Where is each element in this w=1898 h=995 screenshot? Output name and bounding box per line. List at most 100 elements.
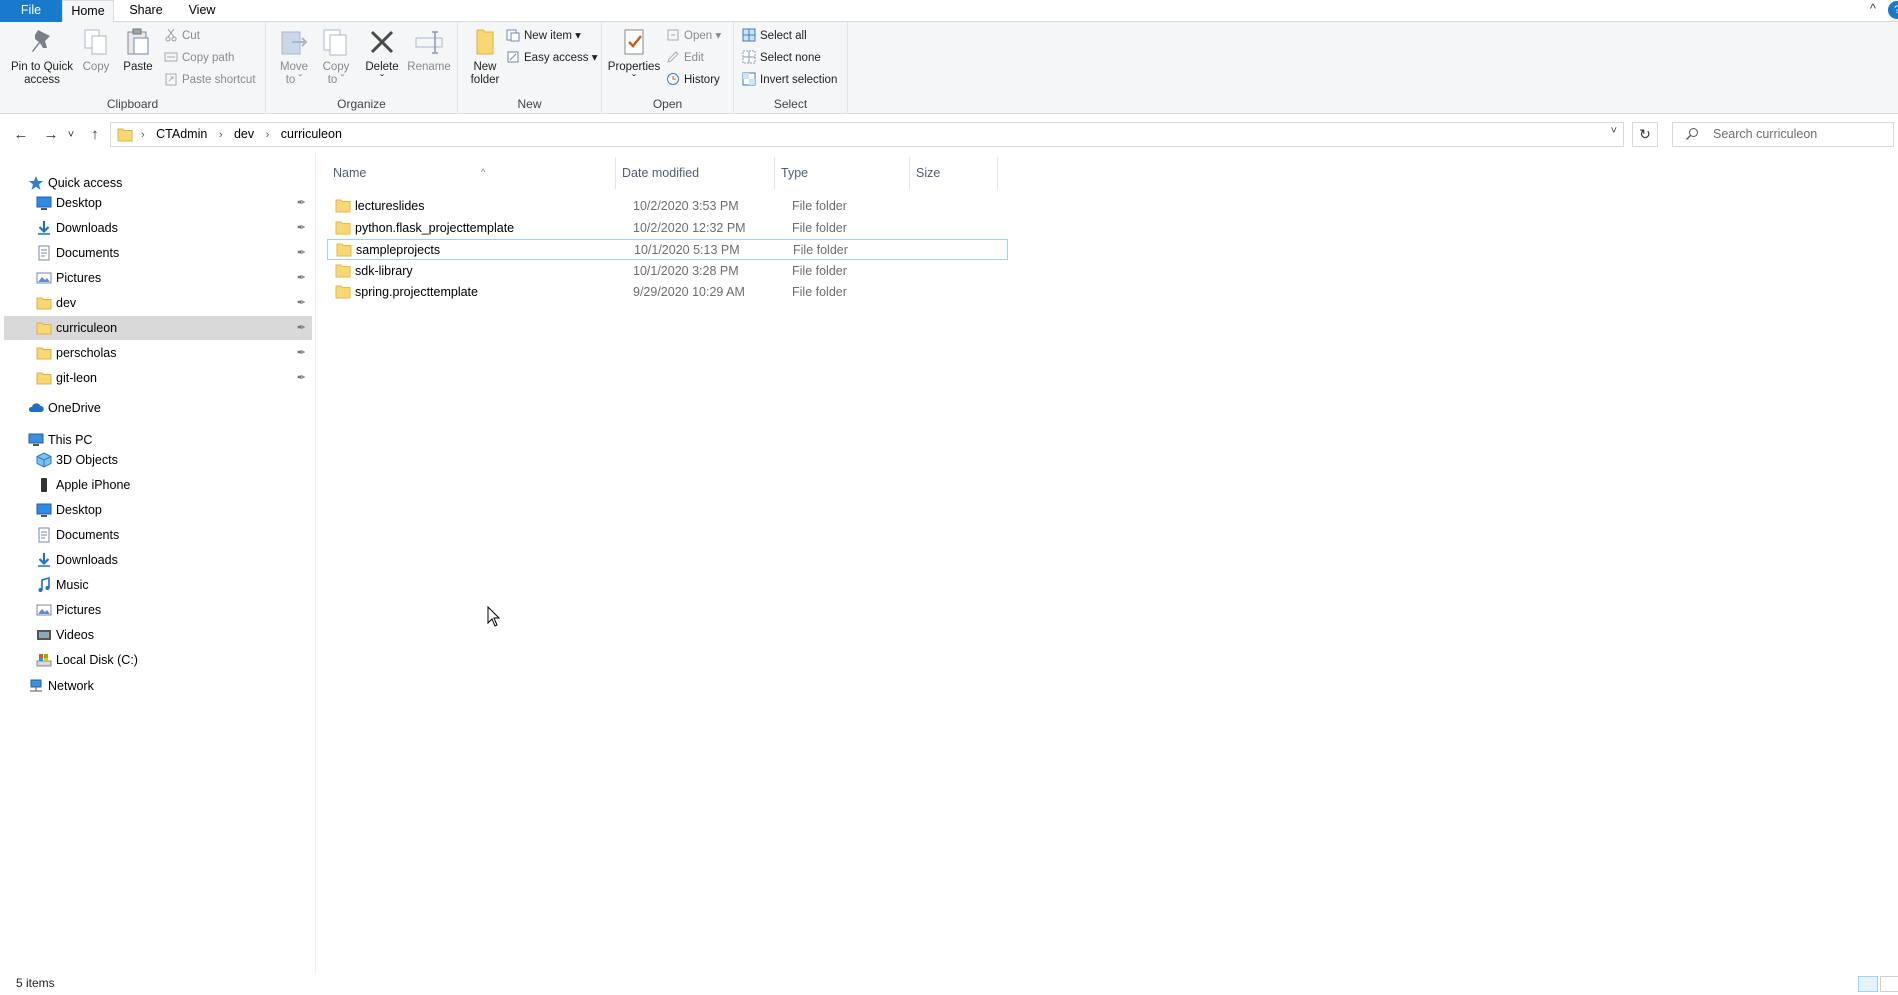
file-name[interactable]: spring.projecttemplate [355,282,478,303]
rename-button[interactable]: Rename [404,26,454,74]
nav-this-pc-item[interactable]: Music [4,573,312,597]
column-header-date-modified[interactable]: Date modified [616,157,775,189]
tab-view[interactable]: View [180,0,224,22]
nav-quick-access-item[interactable]: Documents ✒ [4,241,312,265]
pin-icon[interactable]: ✒ [297,316,306,340]
open-button[interactable]: Open ▾ [666,26,721,46]
cut-button[interactable]: Cut [164,26,200,46]
minimize-ribbon-chevron-icon[interactable]: ^ [1870,1,1876,16]
back-arrow-icon[interactable]: ← [10,124,32,146]
nav-onedrive[interactable]: OneDrive [0,396,312,420]
new-item-button[interactable]: New item ▾ [506,26,581,46]
delete-button[interactable]: Delete ˇ [362,26,402,87]
nav-quick-access-item[interactable]: Pictures ✒ [4,266,312,290]
pin-to-quick-access-button[interactable]: Pin to Quick access [6,26,78,87]
delete-x-icon [370,30,394,54]
navigation-pane[interactable]: Quick access Desktop ✒ Downloads ✒ Documents… [0,153,316,973]
nav-this-pc-item[interactable]: Videos [4,623,312,647]
edit-button[interactable]: Edit [666,48,704,68]
pin-icon[interactable]: ✒ [297,291,306,315]
file-list-view[interactable]: Name ^ Date modified Type Size lecturesl… [317,153,1898,973]
column-header-size[interactable]: Size [910,157,998,189]
pin-icon[interactable]: ✒ [297,341,306,365]
nav-quick-access-item[interactable]: Downloads ✒ [4,216,312,240]
up-arrow-icon[interactable]: ↑ [84,124,106,146]
nav-this-pc-item[interactable]: Apple iPhone [4,473,312,497]
details-view-icon[interactable] [1858,976,1878,992]
search-icon [1686,128,1698,140]
pin-icon[interactable]: ✒ [297,191,306,215]
file-row[interactable]: sampleprojects 10/1/2020 5:13 PM File fold… [327,239,1008,260]
file-row[interactable]: spring.projecttemplate 9/29/2020 10:29 AM… [327,282,1007,303]
breadcrumb-separator[interactable]: › [266,129,270,141]
copy-path-button[interactable]: Copy path [164,48,234,68]
recent-locations-chevron-icon[interactable]: ˅ [64,124,78,146]
file-type: File folder [792,220,847,235]
search-input[interactable]: Search curriculeon [1672,122,1894,147]
history-button[interactable]: History [666,70,720,90]
breadcrumb-ctadmin[interactable]: CTAdmin [156,127,207,141]
pictures-icon [36,272,52,284]
breadcrumb-dev[interactable]: dev [234,127,254,141]
nav-item-label: Pictures [56,603,102,617]
tab-file[interactable]: File [0,0,62,22]
copy-to-button[interactable]: Copy to ˇ [316,26,356,87]
pin-icon[interactable]: ✒ [297,241,306,265]
nav-quick-access-item[interactable]: dev ✒ [4,291,312,315]
column-header-name[interactable]: Name ^ [327,157,616,189]
file-row[interactable]: python.flask_projecttemplate 10/2/2020 12… [327,218,1007,239]
nav-quick-access-item[interactable]: git-leon ✒ [4,366,312,390]
nav-this-pc-item[interactable]: 3D Objects [4,448,312,472]
file-name[interactable]: python.flask_projecttemplate [355,218,514,239]
nav-this-pc-item[interactable]: Desktop [4,498,312,522]
tab-share[interactable]: Share [126,0,166,22]
forward-arrow-icon[interactable]: → [40,124,62,146]
file-name[interactable]: sampleprojects [356,240,440,261]
nav-quick-access-item[interactable]: Desktop ✒ [4,191,312,215]
invert-selection-button[interactable]: Invert selection [742,70,837,90]
select-all-icon [742,28,756,42]
file-name[interactable]: lectureslides [355,196,424,217]
file-row[interactable]: sdk-library 10/1/2020 3:28 PM File folder [327,261,1007,282]
pin-icon[interactable]: ✒ [297,216,306,240]
column-header-type[interactable]: Type [775,157,910,189]
breadcrumb-curriculeon[interactable]: curriculeon [281,127,342,141]
pin-icon[interactable]: ✒ [297,266,306,290]
folder-icon [336,243,352,257]
nav-this-pc-item[interactable]: Downloads [4,548,312,572]
select-all-label: Select all [760,30,807,42]
pin-icon[interactable]: ✒ [297,366,306,390]
move-to-button[interactable]: Move to ˇ [274,26,314,87]
tab-home[interactable]: Home [62,0,114,23]
address-bar[interactable]: › CTAdmin › dev › curriculeon ˅ [110,122,1624,147]
copy-button[interactable]: Copy [80,26,112,74]
nav-network[interactable]: Network [0,674,312,698]
select-all-button[interactable]: Select all [742,26,807,46]
nav-this-pc-item[interactable]: Documents [4,523,312,547]
help-icon[interactable]: ? [1888,1,1898,19]
nav-quick-access-item[interactable]: perscholas ✒ [4,341,312,365]
select-none-button[interactable]: Select none [742,48,821,68]
easy-access-button[interactable]: Easy access ▾ [506,48,598,68]
breadcrumb-separator[interactable]: › [219,129,223,141]
file-row[interactable]: lectureslides 10/2/2020 3:53 PM File folde… [327,196,1007,217]
nav-quick-access-item[interactable]: curriculeon ✒ [4,316,312,340]
properties-icon [624,29,644,55]
ribbon-tab-strip: File Home Share View ^ ? [0,0,1898,23]
paste-shortcut-button[interactable]: Paste shortcut [164,70,256,90]
properties-button[interactable]: Properties ˇ [606,26,662,87]
delete-dropdown-arrow[interactable]: ˇ [362,74,402,87]
new-folder-button[interactable]: New folder [462,26,508,87]
star-icon [29,176,43,190]
nav-this-pc-item[interactable]: Pictures [4,598,312,622]
nav-this-pc-item[interactable]: Local Disk (C:) [4,648,312,672]
file-name[interactable]: sdk-library [355,261,413,282]
open-icon [667,29,679,41]
select-none-label: Select none [760,52,821,64]
address-history-chevron-icon[interactable]: ˅ [1611,125,1617,137]
file-type: File folder [793,243,848,257]
properties-dropdown-arrow[interactable]: ˇ [606,74,662,87]
paste-button[interactable]: Paste [120,26,156,74]
refresh-icon[interactable]: ↻ [1632,122,1658,147]
large-icons-view-icon[interactable] [1880,976,1898,992]
